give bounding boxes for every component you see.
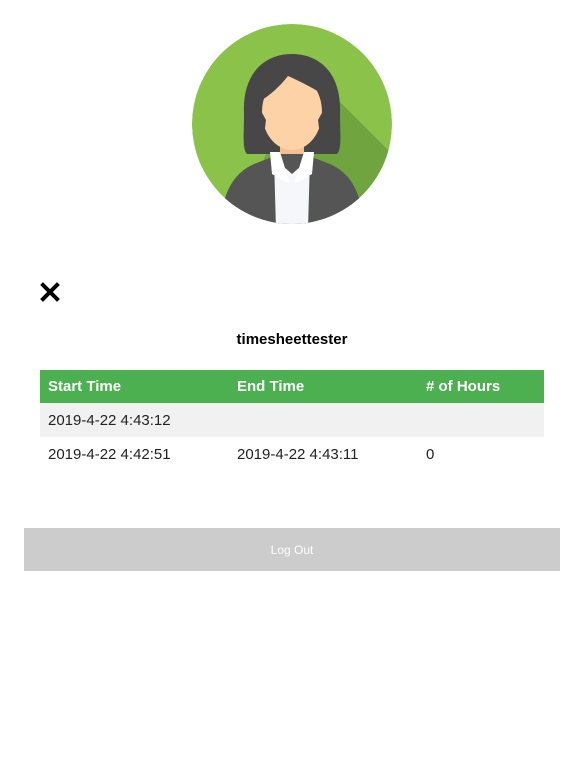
table-row: 2019-4-22 4:42:51 2019-4-22 4:43:11 0: [40, 437, 544, 471]
username-label: timesheettester: [236, 331, 348, 348]
column-header-end-time: End Time: [229, 370, 418, 403]
logout-button[interactable]: Log Out: [24, 528, 560, 571]
cell-hours: [418, 403, 544, 437]
close-icon[interactable]: [38, 280, 62, 304]
cell-hours: 0: [418, 437, 544, 471]
cell-end-time: 2019-4-22 4:43:11: [229, 437, 418, 471]
column-header-hours: # of Hours: [418, 370, 544, 403]
table-row: 2019-4-22 4:43:12: [40, 403, 544, 437]
cell-end-time: [229, 403, 418, 437]
column-header-start-time: Start Time: [40, 370, 229, 403]
cell-start-time: 2019-4-22 4:43:12: [40, 403, 229, 437]
timesheet-table: Start Time End Time # of Hours 2019-4-22…: [40, 370, 544, 471]
cell-start-time: 2019-4-22 4:42:51: [40, 437, 229, 471]
user-avatar-icon: [192, 24, 392, 224]
table-header-row: Start Time End Time # of Hours: [40, 370, 544, 403]
